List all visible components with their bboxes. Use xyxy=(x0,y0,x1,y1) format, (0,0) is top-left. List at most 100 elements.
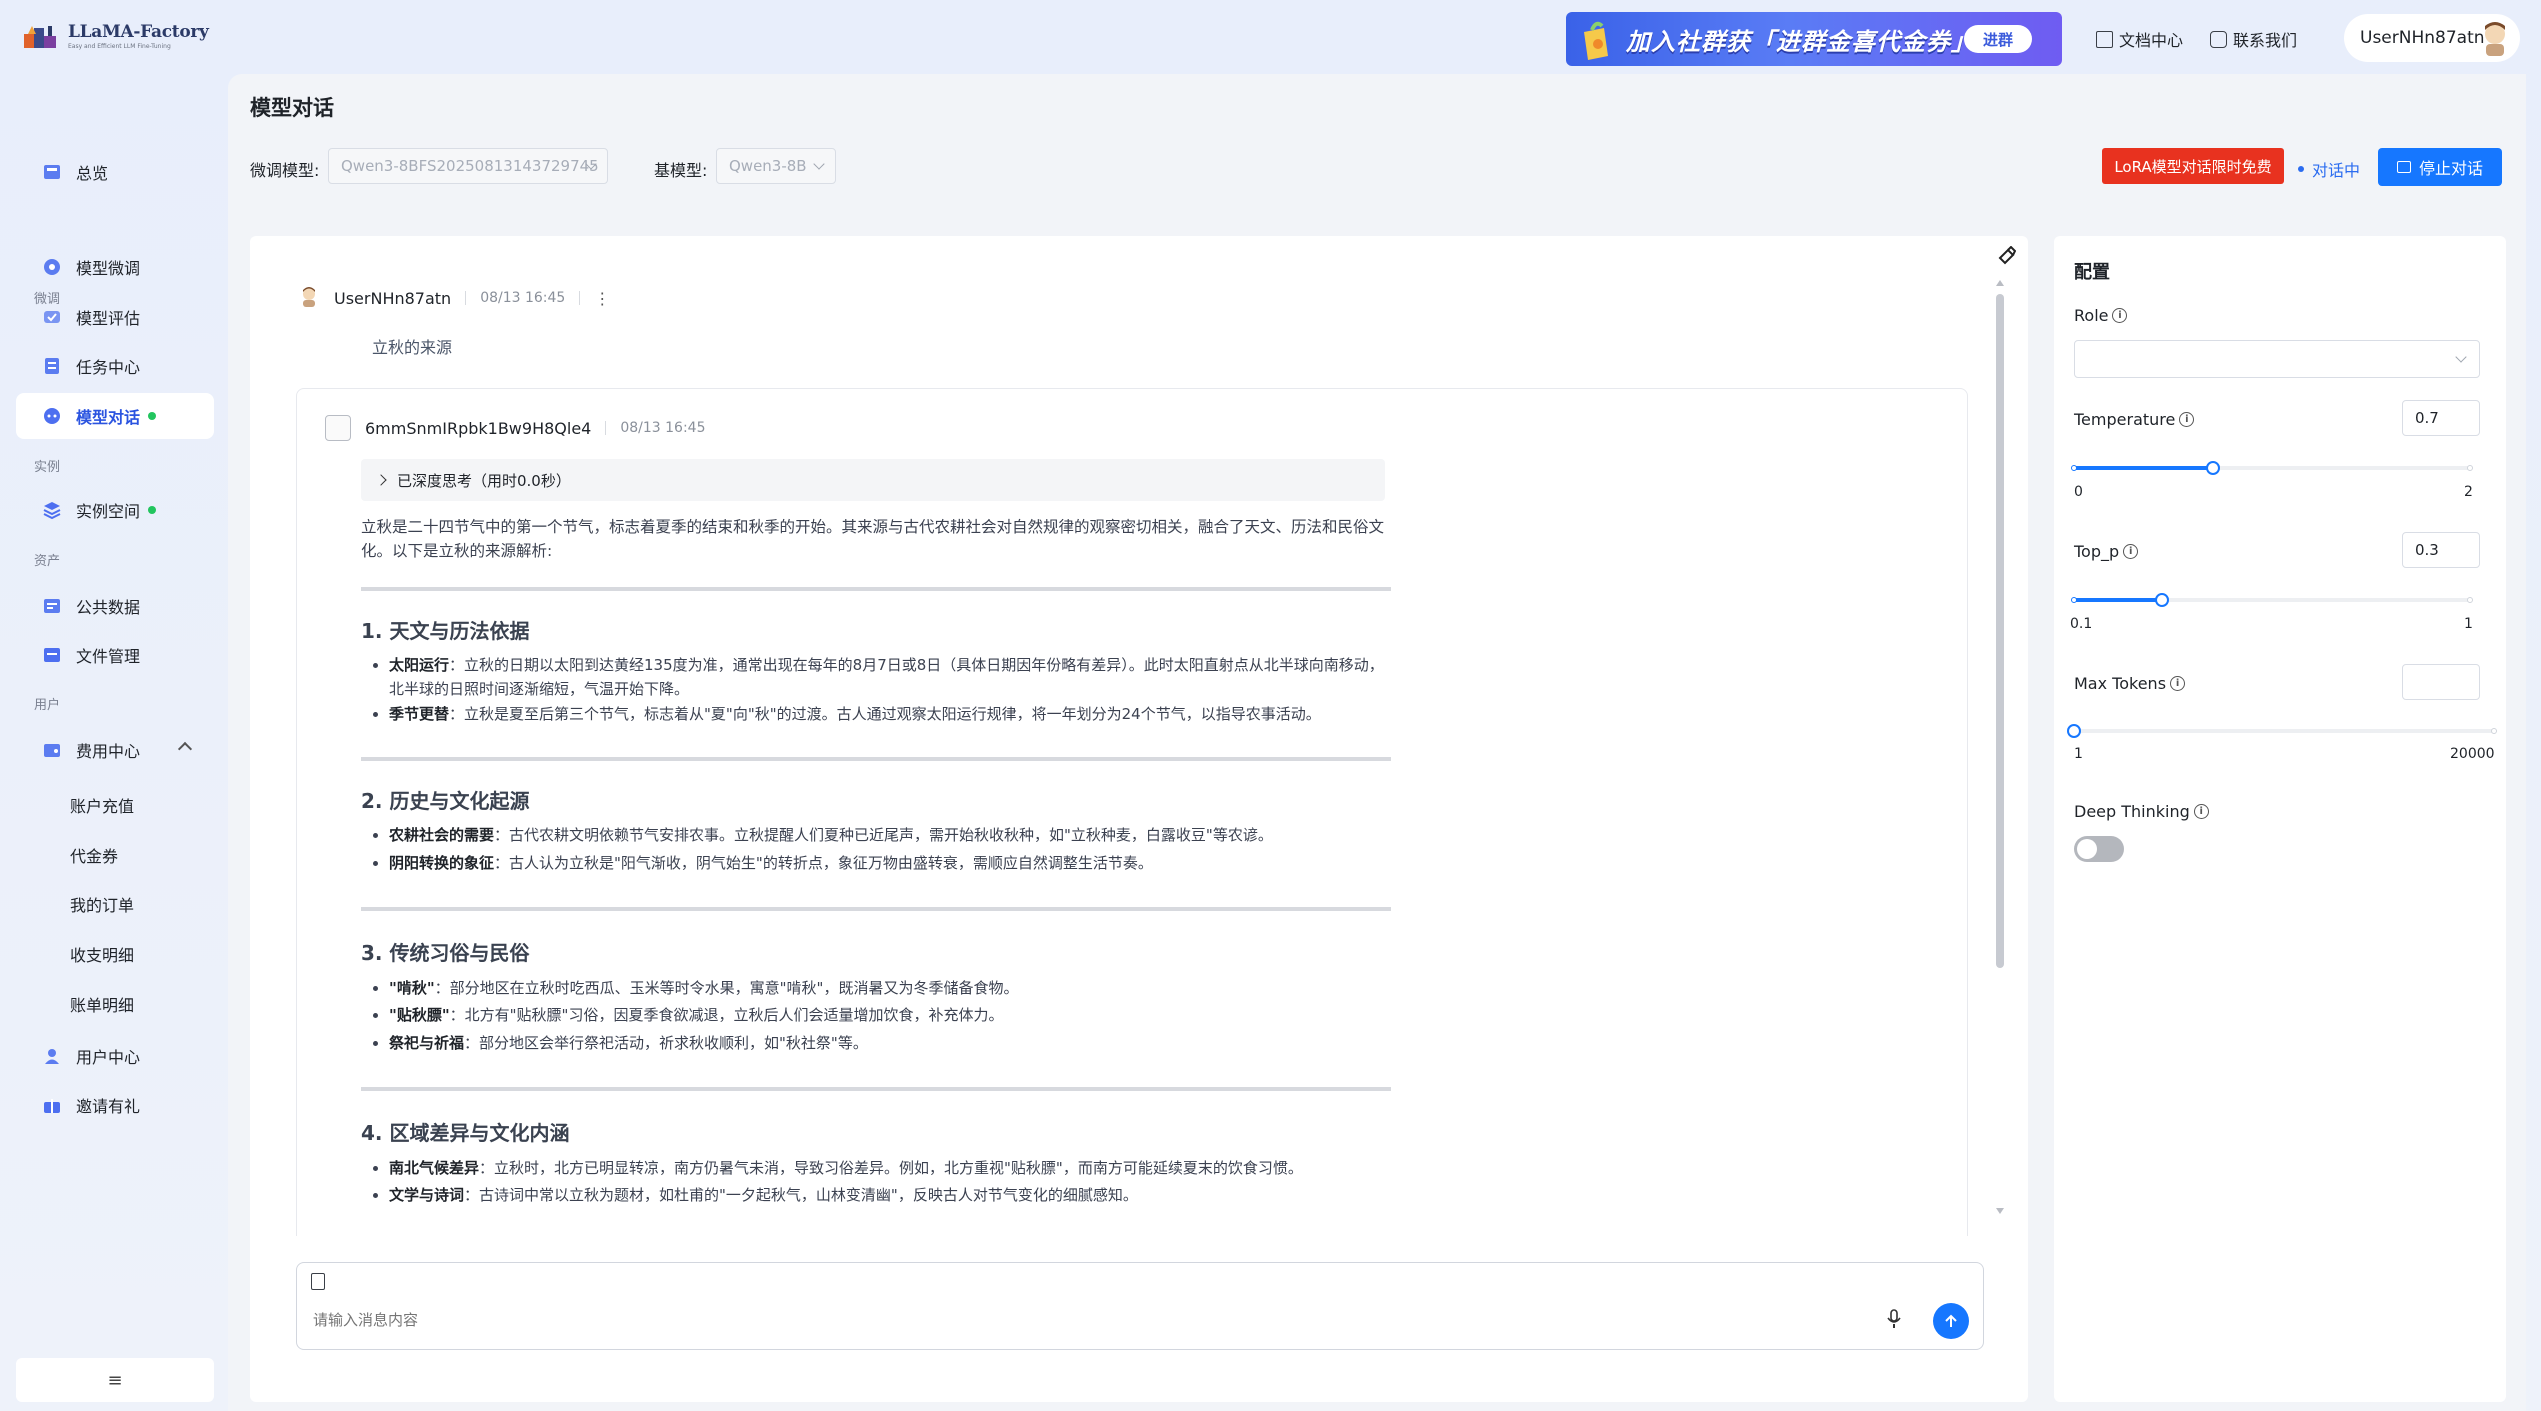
temperature-slider[interactable] xyxy=(2071,461,2473,475)
info-icon[interactable]: i xyxy=(2112,308,2128,323)
divider xyxy=(605,421,607,435)
sidebar-subitem-bills[interactable]: 账单明细 xyxy=(70,992,134,1016)
send-button[interactable] xyxy=(1933,1303,1969,1339)
evaluation-icon xyxy=(42,307,62,327)
chat-scrollbar[interactable] xyxy=(1996,280,2004,1214)
slider-handle[interactable] xyxy=(2155,593,2169,607)
info-icon[interactable]: i xyxy=(2179,412,2195,427)
scroll-up-arrow-icon[interactable] xyxy=(1996,280,2004,286)
online-status-dot xyxy=(148,412,157,420)
llama-logo-icon xyxy=(22,20,62,52)
slider-handle[interactable] xyxy=(2067,724,2081,738)
sidebar-item-label: 实例空间 xyxy=(76,502,141,521)
document-icon xyxy=(2096,30,2113,48)
finetune-model-select[interactable]: Qwen3-8BFS20250813143729745 xyxy=(328,148,608,184)
scroll-thumb[interactable] xyxy=(1996,294,2004,968)
temperature-label: Temperature i xyxy=(2074,410,2195,429)
max-tokens-input[interactable] xyxy=(2402,664,2480,700)
sidebar-item-model-finetune[interactable]: 模型微调 xyxy=(16,244,214,290)
sidebar-item-task-center[interactable]: 任务中心 xyxy=(16,343,214,389)
top-p-input[interactable]: 0.3 xyxy=(2402,532,2480,568)
docs-center-link[interactable]: 文档中心 xyxy=(2096,27,2183,51)
wallet-icon xyxy=(42,740,62,760)
info-icon[interactable]: i xyxy=(2193,804,2209,819)
sidebar-item-model-chat[interactable]: 模型对话 xyxy=(16,393,214,439)
slider-handle[interactable] xyxy=(2206,461,2220,475)
role-select[interactable] xyxy=(2074,340,2480,378)
join-group-button[interactable]: 进群 xyxy=(1964,25,2032,53)
sidebar-item-model-eval[interactable]: 模型评估 xyxy=(16,294,214,340)
message-input[interactable] xyxy=(313,1311,1813,1329)
max-tokens-slider[interactable] xyxy=(2067,724,2497,738)
sidebar-item-billing[interactable]: 费用中心 xyxy=(16,727,214,773)
brand-logo[interactable]: LLaMA-Factory Easy and Efficient LLM Fin… xyxy=(22,20,209,52)
sidebar-collapse-button[interactable]: ≡ xyxy=(16,1358,214,1402)
attach-file-icon[interactable] xyxy=(311,1273,325,1290)
deep-thinking-toggle[interactable]: 已深度思考（用时0.0秒） xyxy=(361,459,1385,501)
list-item: 季节更替：立秋是夏至后第三个节气，标志着从"夏"向"秋"的过渡。古人通过观察太阳… xyxy=(373,702,1389,726)
sidebar-item-label: 任务中心 xyxy=(76,358,141,377)
sidebar-item-overview[interactable]: 总览 xyxy=(16,149,214,195)
base-model-label: 基模型: xyxy=(654,161,708,180)
section-heading: 2. 历史与文化起源 xyxy=(361,789,530,813)
info-icon[interactable]: i xyxy=(2123,544,2139,559)
stop-chat-button[interactable]: 停止对话 xyxy=(2378,148,2502,186)
list-term: 祭祀与祈福 xyxy=(389,1034,465,1052)
promo-text: 加入社群获「进群金喜代金券」 xyxy=(1626,27,1976,56)
list-text: ：部分地区在立秋时吃西瓜、玉米等时令水果，寓意"啃秋"，既消暑又为冬季储备食物。 xyxy=(434,979,1019,997)
role-label-text: Role xyxy=(2074,306,2109,325)
collapse-icon: ≡ xyxy=(107,1369,123,1391)
user-avatar-icon xyxy=(298,285,320,311)
switch-knob xyxy=(2077,839,2097,859)
deep-thinking-switch[interactable] xyxy=(2074,836,2124,862)
chat-messages[interactable]: UserNHn87atn 08/13 16:45 ⋮ 立秋的来源 6mmSnmI… xyxy=(250,236,2028,1236)
sidebar: 总览 微调 模型微调 模型评估 任务中心 模型对话 实例 实例空间 资产 公共数… xyxy=(0,78,228,1411)
divider xyxy=(361,1087,1391,1091)
slider-min-dot xyxy=(2071,465,2077,471)
section-label-assets: 资产 xyxy=(34,554,61,569)
list-term: 太阳运行 xyxy=(389,656,450,674)
max-tokens-label-text: Max Tokens xyxy=(2074,674,2167,693)
slider-max-dot xyxy=(2467,597,2473,603)
chevron-down-icon xyxy=(813,158,825,170)
slider-max-dot xyxy=(2467,465,2473,471)
sidebar-item-public-data[interactable]: 公共数据 xyxy=(16,583,214,629)
base-model-select[interactable]: Qwen3-8B xyxy=(716,148,836,184)
microphone-icon[interactable] xyxy=(1887,1309,1901,1329)
top-p-min-mark: 0.1 xyxy=(2070,616,2093,632)
ai-message-time: 08/13 16:45 xyxy=(620,420,706,436)
clear-chat-brush-icon[interactable] xyxy=(1996,245,2017,266)
sidebar-subitem-voucher[interactable]: 代金券 xyxy=(70,843,118,867)
sidebar-item-user-center[interactable]: 用户中心 xyxy=(16,1033,214,1079)
contact-us-link[interactable]: 联系我们 xyxy=(2210,27,2297,51)
max-tokens-min-mark: 1 xyxy=(2074,746,2083,762)
sidebar-item-invite[interactable]: 邀请有礼 xyxy=(16,1082,214,1128)
gift-icon xyxy=(42,1095,62,1115)
sidebar-subitem-orders[interactable]: 我的订单 xyxy=(70,892,134,916)
sidebar-item-label: 公共数据 xyxy=(76,598,141,617)
top-p-slider[interactable] xyxy=(2071,593,2473,607)
user-menu[interactable]: UserNHn87atn xyxy=(2344,14,2520,62)
sidebar-item-file-mgmt[interactable]: 文件管理 xyxy=(16,632,214,678)
temperature-label-text: Temperature xyxy=(2074,410,2176,429)
sidebar-subitem-transactions[interactable]: 收支明细 xyxy=(70,942,134,966)
scroll-down-arrow-icon[interactable] xyxy=(1996,1208,2004,1214)
sidebar-item-instance-space[interactable]: 实例空间 xyxy=(16,487,214,533)
online-status-dot xyxy=(148,506,157,514)
gift-bag-icon xyxy=(1574,12,1620,66)
community-promo-banner[interactable]: 加入社群获「进群金喜代金券」 进群 xyxy=(1566,12,2062,66)
list-text: ：立秋是夏至后第三个节气，标志着从"夏"向"秋"的过渡。古人通过观察太阳运行规律… xyxy=(449,705,1321,723)
info-icon[interactable]: i xyxy=(2170,676,2186,691)
temperature-input[interactable]: 0.7 xyxy=(2402,400,2480,436)
deep-thinking-label-text: Deep Thinking xyxy=(2074,802,2190,821)
more-options-icon[interactable]: ⋮ xyxy=(594,289,610,308)
chevron-down-icon xyxy=(2455,351,2467,363)
list-text: ：古诗词中常以立秋为题材，如杜甫的"一夕起秋气，山林变清幽"，反映古人对节气变化… xyxy=(464,1186,1138,1204)
slider-min-dot xyxy=(2071,597,2077,603)
ai-answer-card: 6mmSnmIRpbk1Bw9H8Qle4 08/13 16:45 已深度思考（… xyxy=(296,388,1968,1236)
folder-icon xyxy=(42,645,62,665)
list-item: 太阳运行：立秋的日期以太阳到达黄经135度为准，通常出现在每年的8月7日或8日（… xyxy=(373,653,1389,701)
role-label: Role i xyxy=(2074,306,2128,325)
list-text: ：部分地区会举行祭祀活动，祈求秋收顺利，如"秋社祭"等。 xyxy=(464,1034,868,1052)
sidebar-subitem-recharge[interactable]: 账户充值 xyxy=(70,793,134,817)
